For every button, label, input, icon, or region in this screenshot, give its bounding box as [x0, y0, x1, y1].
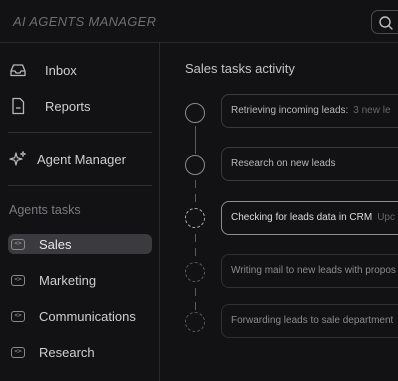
sidebar-item-label: Research: [39, 344, 95, 360]
activity-step[interactable]: Checking for leads data in CRM Upc: [221, 201, 398, 235]
step-status-icon: [185, 155, 205, 175]
sidebar-item-reports[interactable]: Reports: [8, 96, 152, 116]
sidebar-task-marketing[interactable]: <> Marketing: [8, 270, 152, 290]
top-bar: AI AGENTS MANAGER: [0, 0, 398, 43]
sidebar-task-research[interactable]: <> Research: [8, 342, 152, 362]
code-icon: <>: [11, 274, 25, 286]
step-text: Writing mail to new leads with propos: [231, 265, 396, 276]
sidebar-item-label: Inbox: [45, 62, 77, 78]
page-title: Sales tasks activity: [185, 61, 295, 76]
sidebar-item-label: Sales: [39, 236, 72, 252]
timeline-connector: [194, 288, 196, 296]
sidebar-task-communications[interactable]: <> Communications: [8, 306, 152, 326]
sidebar-item-label: Marketing: [39, 272, 97, 288]
code-icon: <>: [11, 310, 25, 322]
step-text: Retrieving incoming leads:: [231, 105, 349, 116]
timeline-connector: [194, 180, 196, 188]
activity-step[interactable]: Retrieving incoming leads: 3 new le: [221, 94, 398, 128]
step-text: Forwarding leads to sale department: [231, 315, 394, 326]
step-text: Research on new leads: [231, 158, 336, 169]
step-text: Checking for leads data in CRM: [231, 212, 373, 223]
activity-step[interactable]: Forwarding leads to sale department: [221, 304, 398, 338]
step-status-icon: [185, 103, 205, 123]
step-status-icon: [185, 262, 205, 282]
activity-step[interactable]: Research on new leads: [221, 147, 398, 181]
document-icon: [8, 96, 28, 116]
sidebar-divider: [8, 132, 152, 133]
timeline-connector: [194, 234, 196, 242]
app-title: AI AGENTS MANAGER: [13, 14, 157, 29]
inbox-icon: [8, 60, 28, 80]
step-status-icon: [185, 208, 205, 228]
sidebar: Inbox Reports Agent Manager Agents tasks…: [0, 43, 160, 381]
sparkles-icon: [8, 149, 28, 169]
timeline-connector: [194, 126, 196, 154]
sidebar-item-label: Agent Manager: [37, 151, 126, 167]
step-detail: Upc: [377, 212, 395, 223]
sidebar-item-label: Communications: [39, 308, 136, 324]
search-button[interactable]: [371, 10, 398, 34]
sidebar-item-inbox[interactable]: Inbox: [8, 60, 152, 80]
timeline-connector: [194, 194, 196, 202]
code-icon: <>: [11, 238, 25, 250]
step-detail: 3 new le: [353, 105, 391, 116]
sidebar-divider: [8, 185, 152, 186]
sidebar-item-agent-manager[interactable]: Agent Manager: [8, 149, 152, 169]
timeline-connector: [194, 302, 196, 310]
sidebar-task-sales[interactable]: <> Sales: [8, 234, 152, 254]
step-status-icon: [185, 312, 205, 332]
code-icon: <>: [11, 346, 25, 358]
activity-step[interactable]: Writing mail to new leads with propos: [221, 254, 398, 288]
timeline-connector: [194, 248, 196, 256]
section-label-agents-tasks: Agents tasks: [9, 203, 81, 217]
sidebar-item-label: Reports: [45, 98, 91, 114]
search-icon: [379, 16, 393, 30]
